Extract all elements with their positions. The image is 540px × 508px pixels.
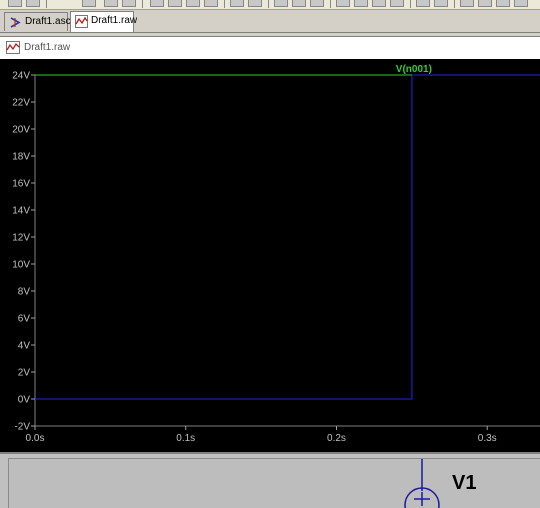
y-tick-label: 20V [12, 125, 30, 136]
toolbar-separator [330, 0, 331, 8]
plot-window-title: Draft1.raw [24, 42, 71, 53]
waveform-icon [6, 41, 20, 54]
y-tick-label: 8V [18, 287, 31, 298]
tile-horizontal-icon[interactable] [292, 0, 306, 7]
label-net-icon[interactable] [496, 0, 510, 7]
zoom-fit-icon[interactable] [204, 0, 218, 7]
y-tick-label: 0V [18, 395, 31, 406]
run-icon[interactable] [82, 0, 96, 7]
y-tick-label: -2V [14, 422, 30, 433]
y-tick-label: 2V [18, 368, 31, 379]
y-tick-label: 12V [12, 233, 30, 244]
copy-icon[interactable] [354, 0, 368, 7]
y-tick-label: 22V [12, 98, 30, 109]
autorange-icon[interactable] [230, 0, 244, 7]
cut-icon[interactable] [336, 0, 350, 7]
zoom-out-icon[interactable] [186, 0, 200, 7]
tab-draft1-raw[interactable]: Draft1.raw [70, 11, 138, 32]
y-tick-label: 14V [12, 206, 30, 217]
tab-label: Draft1.asc [25, 16, 71, 27]
component-label: V1 [452, 472, 477, 494]
tile-vertical-icon[interactable] [274, 0, 288, 7]
toolbar-separator [142, 0, 143, 8]
plot-window-titlebar: Draft1.raw [0, 37, 540, 59]
schematic-canvas[interactable]: V1 [8, 458, 540, 508]
y-tick-label: 4V [18, 341, 31, 352]
x-tick-label: 0.0s [26, 433, 45, 444]
print-preview-icon[interactable] [434, 0, 448, 7]
main-toolbar [0, 0, 540, 10]
tab-draft1-asc[interactable]: Draft1.asc [4, 12, 71, 31]
schematic-icon [10, 17, 21, 28]
y-tick-label: 16V [12, 179, 30, 190]
trace-label-v-n001: V(n001) [396, 64, 432, 75]
y-tick-label: 10V [12, 260, 30, 271]
y-tick-label: 24V [12, 71, 30, 82]
wire-icon[interactable] [460, 0, 474, 7]
y-tick-label: 18V [12, 152, 30, 163]
ground-icon[interactable] [478, 0, 492, 7]
toolbar-separator [454, 0, 455, 8]
toolbar-separator [224, 0, 225, 8]
print-icon[interactable] [416, 0, 430, 7]
x-tick-label: 0.3s [478, 433, 497, 444]
plot-window: Draft1.raw -2V 0V 2V 4V 6V 8V 10V 12V 14V 16V 18V 2… [0, 36, 540, 453]
new-schematic-icon[interactable] [8, 0, 22, 7]
waveform-icon [75, 15, 88, 28]
trace-v-n001 [35, 74, 540, 400]
pan-icon[interactable] [168, 0, 182, 7]
waveform-plot[interactable]: -2V 0V 2V 4V 6V 8V 10V 12V 14V 16V 18V 20V 22V 24V 0.0… [0, 59, 540, 453]
paste-icon[interactable] [372, 0, 386, 7]
undo-icon[interactable] [122, 0, 136, 7]
toolbar-separator [46, 0, 47, 8]
document-tabs: Draft1.asc Draft1.raw [0, 10, 540, 33]
y-tick-label: 6V [18, 314, 31, 325]
resistor-icon[interactable] [514, 0, 528, 7]
delete-icon[interactable] [248, 0, 262, 7]
halt-icon[interactable] [104, 0, 118, 7]
x-tick-label: 0.1s [176, 433, 195, 444]
open-file-icon[interactable] [26, 0, 40, 7]
zoom-in-icon[interactable] [150, 0, 164, 7]
x-tick-label: 0.2s [327, 433, 346, 444]
waveform-chart: -2V 0V 2V 4V 6V 8V 10V 12V 14V 16V 18V 20V 22V 24V 0.0… [12, 64, 540, 444]
find-icon[interactable] [390, 0, 404, 7]
toolbar-separator [410, 0, 411, 8]
tab-label: Draft1.raw [91, 15, 138, 26]
schematic-window: V1 [0, 452, 540, 508]
cascade-icon[interactable] [310, 0, 324, 7]
toolbar-separator [268, 0, 269, 8]
